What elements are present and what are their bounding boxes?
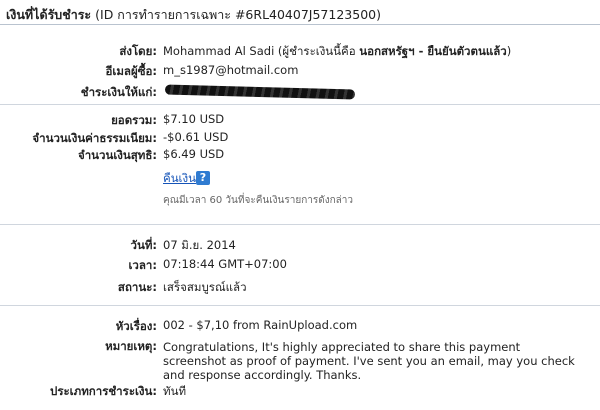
sender-label: ส่งโดย: [119, 44, 157, 58]
fee-label: จำนวนเงินค่าธรรมเนียม: [32, 131, 157, 145]
refund-row: คืนเงิน ? [0, 170, 600, 188]
date-value: 07 มิ.ย. 2014 [163, 238, 236, 252]
page-title: เงินที่ได้รับชำระ (ID การทำรายการเฉพาะ #… [6, 5, 381, 25]
divider [0, 224, 600, 225]
note-row: หมายเหตุ: Congratulations, It's highly a… [0, 338, 600, 382]
note-label: หมายเหตุ: [105, 339, 157, 353]
subject-row: หัวเรื่อง: 002 - $7,10 from RainUpload.c… [0, 318, 600, 336]
fee-value: -$0.61 USD [163, 130, 229, 144]
net-value: $6.49 USD [163, 147, 225, 161]
sender-note-close: ) [506, 44, 512, 58]
total-row: ยอดรวม: $7.10 USD [0, 112, 600, 130]
sender-row: ส่งโดย: Mohammad Al Sadi (ผู้ชำระเงินนี้… [0, 43, 600, 61]
help-icon[interactable]: ? [196, 171, 210, 185]
net-row: จำนวนเงินสุทธิ: $6.49 USD [0, 147, 600, 165]
total-value: $7.10 USD [163, 112, 225, 126]
redacted-recipient [164, 84, 356, 100]
divider [0, 305, 600, 306]
sender-value: Mohammad Al Sadi (ผู้ชำระเงินนี้คือ นอกส… [163, 43, 511, 61]
buyer-email-row: อีเมลผู้ซื้อ: m_s1987@hotmail.com [0, 63, 600, 81]
payment-type-value: ทันที [163, 384, 187, 398]
divider [0, 104, 600, 105]
status-label: สถานะ: [117, 280, 157, 294]
sender-verification-status: นอกสหรัฐฯ - ยืนยันตัวตนแล้ว [359, 44, 507, 58]
page-header: เงินที่ได้รับชำระ (ID การทำรายการเฉพาะ #… [0, 0, 600, 25]
title-prefix: เงินที่ได้รับชำระ [6, 7, 92, 22]
time-row: เวลา: 07:18:44 GMT+07:00 [0, 257, 600, 275]
total-label: ยอดรวม: [111, 113, 157, 127]
note-value: Congratulations, It's highly appreciated… [163, 340, 575, 382]
fee-row: จำนวนเงินค่าธรรมเนียม: -$0.61 USD [0, 130, 600, 148]
buyer-email-label: อีเมลผู้ซื้อ: [105, 64, 157, 78]
subject-label: หัวเรื่อง: [115, 319, 157, 333]
time-value: 07:18:44 GMT+07:00 [163, 257, 287, 271]
status-value: เสร็จสมบูรณ์แล้ว [163, 280, 247, 294]
net-label: จำนวนเงินสุทธิ: [77, 148, 157, 162]
sender-name: Mohammad Al Sadi [163, 44, 275, 58]
status-row: สถานะ: เสร็จสมบูรณ์แล้ว [0, 279, 600, 297]
sender-note-open: (ผู้ชำระเงินนี้คือ [277, 44, 356, 58]
paid-to-row: ชำระเงินให้แก่: [0, 84, 600, 102]
transaction-id: (ID การทำรายการเฉพาะ #6RL40407J57123500) [95, 7, 381, 22]
date-label: วันที่: [130, 238, 158, 252]
paid-to-label: ชำระเงินให้แก่: [80, 85, 157, 99]
payment-type-row: ประเภทการชำระเงิน: ทันที [0, 383, 600, 401]
refund-note: คุณมีเวลา 60 วันที่จะคืนเงินรายการดังกล่… [163, 195, 354, 206]
buyer-email-value: m_s1987@hotmail.com [163, 63, 299, 77]
refund-link[interactable]: คืนเงิน [163, 170, 196, 188]
refund-note-row: คุณมีเวลา 60 วันที่จะคืนเงินรายการดังกล่… [0, 193, 600, 211]
date-row: วันที่: 07 มิ.ย. 2014 [0, 237, 600, 255]
subject-value: 002 - $7,10 from RainUpload.com [163, 318, 358, 332]
payment-type-label: ประเภทการชำระเงิน: [50, 384, 157, 398]
time-label: เวลา: [128, 258, 158, 272]
